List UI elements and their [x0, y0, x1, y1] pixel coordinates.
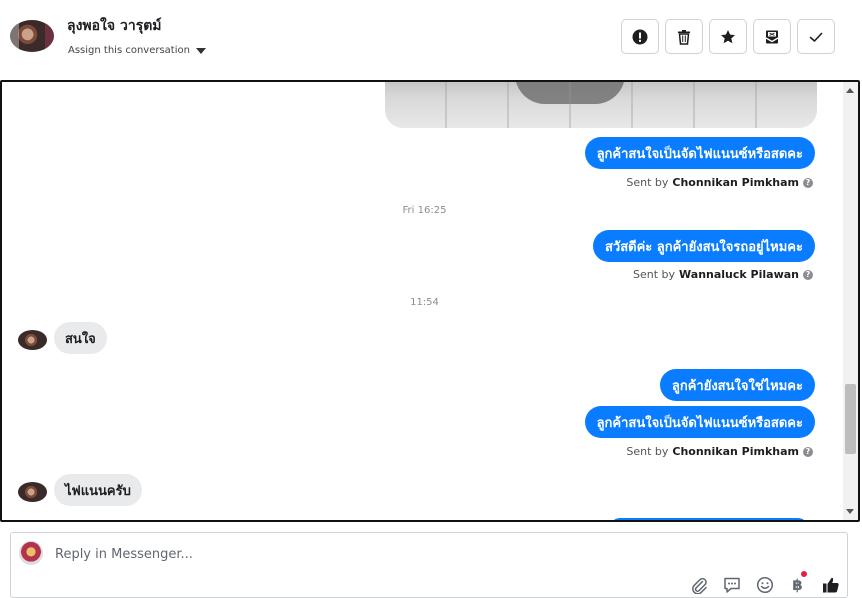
saved-replies-icon[interactable]: [722, 575, 741, 594]
timestamp: Fri 16:25: [402, 205, 447, 216]
conversation-toolbar: [621, 19, 835, 54]
archive-icon: [765, 30, 779, 43]
composer-actions: ฿: [689, 571, 840, 594]
caret-down-icon: [195, 47, 206, 54]
sent-by-agent: Chonnikan Pimkham: [672, 176, 799, 189]
reply-input[interactable]: [55, 544, 655, 564]
assign-conversation-dropdown[interactable]: Assign this conversation: [68, 45, 206, 56]
archive-button[interactable]: [753, 19, 791, 54]
sent-by-line: Sent by Chonnikan Pimkham ?: [626, 445, 813, 458]
contact-avatar-small: [18, 482, 47, 502]
timestamp: 11:54: [410, 297, 439, 308]
page-avatar: [19, 541, 43, 565]
baht-symbol: ฿: [792, 575, 803, 594]
notification-dot: [801, 571, 807, 577]
trash-icon: [678, 29, 690, 45]
incoming-message[interactable]: ไฟแนนครับ: [54, 474, 142, 506]
sent-by-agent: Chonnikan Pimkham: [672, 445, 799, 458]
outgoing-message[interactable]: ลูกค้าสนใจเป็นจัดไฟแนนซ์หรือสดคะ: [584, 137, 815, 169]
help-icon[interactable]: ?: [803, 269, 813, 280]
outgoing-message-partial[interactable]: [610, 518, 808, 520]
sent-by-prefix: Sent by: [633, 268, 676, 281]
mark-done-button[interactable]: [797, 19, 835, 54]
sent-by-prefix: Sent by: [626, 445, 669, 458]
emoji-icon[interactable]: [755, 575, 774, 594]
star-icon: [721, 29, 735, 43]
delete-button[interactable]: [665, 19, 703, 54]
sent-by-line: Sent by Chonnikan Pimkham ?: [626, 176, 813, 189]
scroll-up-arrow-icon[interactable]: [846, 88, 854, 93]
like-icon[interactable]: [821, 575, 840, 594]
mark-spam-button[interactable]: [621, 19, 659, 54]
contact-name[interactable]: ลุงพอใจ วารุตม์: [67, 15, 162, 37]
message-thread[interactable]: ลูกค้าสนใจเป็นจัดไฟแนนซ์หรือสดคะ Sent by…: [0, 80, 860, 522]
incoming-message[interactable]: สนใจ: [54, 322, 107, 354]
check-icon: [809, 32, 823, 42]
help-icon[interactable]: ?: [803, 446, 813, 457]
sent-by-agent: Wannaluck Pilawan: [679, 268, 799, 281]
attachment-icon[interactable]: [689, 575, 708, 594]
scroll-down-arrow-icon[interactable]: [846, 509, 854, 514]
scrollbar-thumb[interactable]: [845, 384, 856, 454]
help-icon[interactable]: ?: [803, 177, 813, 188]
assign-label: Assign this conversation: [68, 45, 190, 56]
spam-icon: [632, 29, 648, 44]
contact-avatar-small: [18, 330, 47, 350]
image-message[interactable]: [385, 82, 817, 128]
sent-by-line: Sent by Wannaluck Pilawan ?: [633, 268, 813, 281]
outgoing-message[interactable]: สวัสดีค่ะ ลูกค้ายังสนใจรถอยู่ไหมคะ: [592, 230, 815, 262]
outgoing-message[interactable]: ลูกค้ายังสนใจใช่ไหมคะ: [659, 369, 815, 401]
payment-icon[interactable]: ฿: [788, 571, 807, 594]
sent-by-prefix: Sent by: [626, 176, 669, 189]
star-button[interactable]: [709, 19, 747, 54]
thread-scrollbar[interactable]: [843, 82, 858, 520]
contact-avatar[interactable]: [10, 20, 54, 52]
reply-composer: ฿: [10, 532, 848, 598]
outgoing-message[interactable]: ลูกค้าสนใจเป็นจัดไฟแนนซ์หรือสดคะ: [584, 406, 815, 438]
conversation-header: ลุงพอใจ วารุตม์ Assign this conversation: [0, 0, 862, 80]
